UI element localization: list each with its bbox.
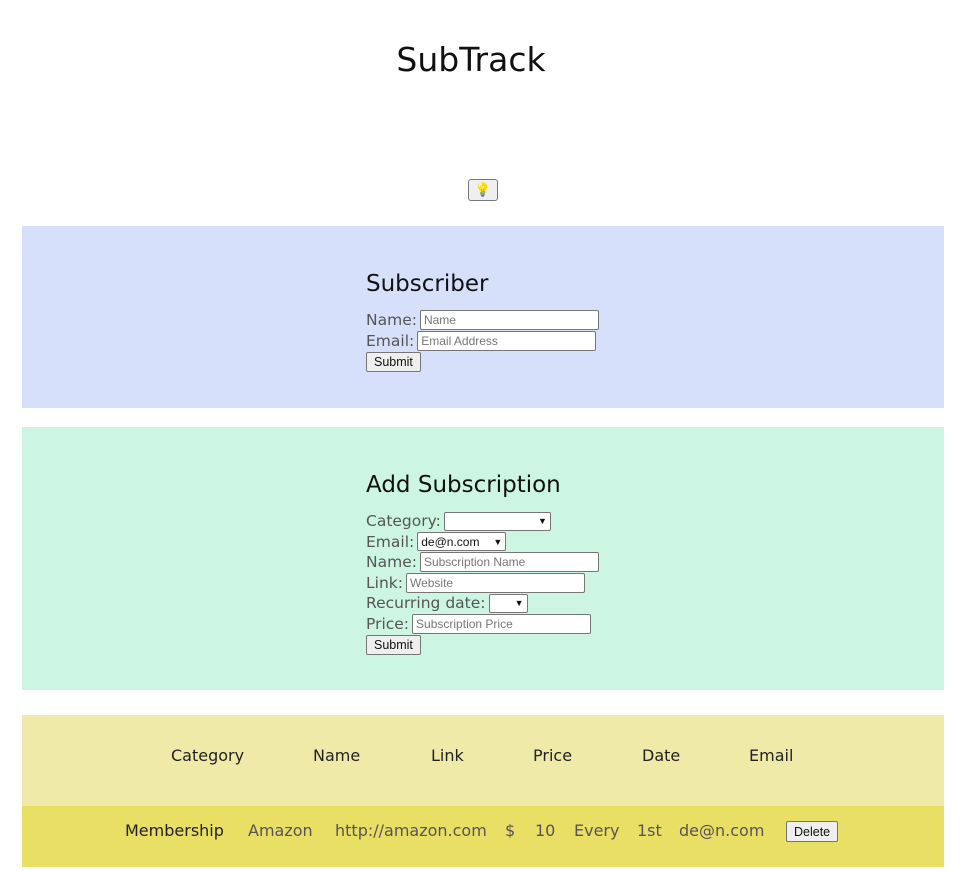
cell-category: Membership (125, 821, 224, 840)
header-price: Price (533, 746, 573, 765)
link-label: Link: (366, 573, 403, 592)
table-row: Membership Amazon http://amazon.com $ 10… (22, 806, 944, 867)
recurring-date-row: Recurring date: ▼ (366, 593, 599, 614)
header-link: Link (431, 746, 464, 765)
subscription-name-label: Name: (366, 553, 417, 572)
lightbulb-icon: 💡 (474, 182, 492, 197)
recurring-date-select[interactable]: ▼ (488, 593, 528, 613)
price-row: Price: (366, 613, 599, 635)
subscriber-panel: Subscriber Name: Email: Submit (22, 226, 944, 408)
add-subscription-panel: Add Subscription Category: ▼ Email: de@n… (22, 427, 944, 690)
subscriber-email-row: Email: (366, 330, 599, 352)
subscriber-email-label: Email: (366, 331, 415, 350)
app-title: SubTrack (396, 40, 546, 79)
subscriber-name-input[interactable] (419, 310, 599, 331)
cell-every: Every (574, 821, 620, 840)
link-row: Link: (366, 572, 599, 594)
add-subscription-form: Add Subscription Category: ▼ Email: de@n… (366, 471, 599, 655)
subscriptions-table: Category Name Link Price Date Email Memb… (22, 715, 944, 867)
subscriber-email-input[interactable] (417, 330, 597, 351)
subscription-name-row: Name: (366, 552, 599, 573)
email-label: Email: (366, 532, 415, 551)
category-row: Category: ▼ (366, 511, 599, 532)
category-label: Category: (366, 512, 441, 531)
email-row: Email: de@n.com ▼ (366, 532, 599, 553)
header-category: Category (171, 746, 245, 765)
chevron-down-icon: ▼ (514, 598, 524, 609)
subscriber-form: Subscriber Name: Email: Submit (366, 270, 599, 372)
recurring-date-label: Recurring date: (366, 594, 486, 613)
subscriber-submit-button[interactable]: Submit (366, 351, 421, 372)
cell-link: http://amazon.com (335, 821, 487, 840)
price-label: Price: (366, 614, 410, 633)
header-name: Name (313, 746, 361, 765)
subscriber-name-label: Name: (366, 311, 417, 330)
header-email: Email (749, 746, 794, 765)
add-subscription-submit-button[interactable]: Submit (366, 634, 421, 655)
header-date: Date (642, 746, 681, 765)
add-subscription-heading: Add Subscription (366, 472, 561, 498)
table-header: Category Name Link Price Date Email (22, 715, 944, 806)
chevron-down-icon: ▼ (537, 516, 547, 527)
cell-price: 10 (535, 821, 556, 840)
category-select[interactable]: ▼ (443, 511, 551, 531)
subscription-name-input[interactable] (419, 552, 599, 573)
cell-name: Amazon (248, 821, 313, 840)
cell-email: de@n.com (679, 821, 765, 840)
email-select-value: de@n.com (421, 534, 480, 549)
chevron-down-icon: ▼ (493, 536, 503, 547)
link-input[interactable] (405, 572, 585, 593)
price-input[interactable] (412, 613, 592, 634)
theme-toggle-button[interactable]: 💡 (468, 179, 498, 201)
add-submit-row: Submit (366, 634, 599, 655)
cell-date: 1st (637, 821, 662, 840)
subscriber-name-row: Name: (366, 310, 599, 331)
subscriber-submit-row: Submit (366, 351, 599, 372)
delete-button[interactable]: Delete (786, 821, 839, 842)
cell-currency: $ (505, 821, 516, 840)
email-select[interactable]: de@n.com ▼ (417, 532, 507, 552)
subscriber-heading: Subscriber (366, 271, 489, 297)
